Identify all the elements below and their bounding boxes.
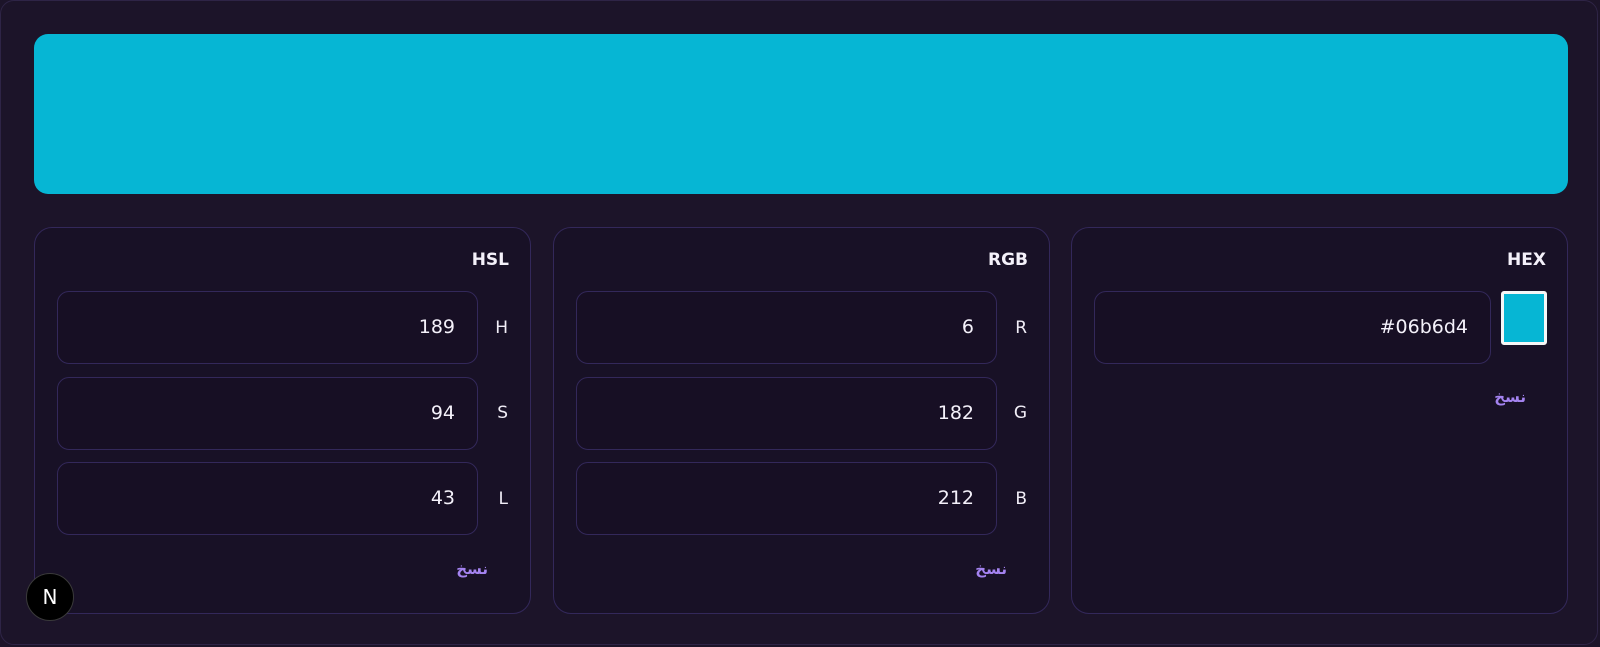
hex-panel: HEX #06b6d4 نسخ xyxy=(1071,227,1568,614)
green-label: G xyxy=(1013,403,1027,423)
red-input[interactable]: 6 xyxy=(576,291,997,364)
hex-input[interactable]: #06b6d4 xyxy=(1094,291,1491,364)
rgb-panel: RGB 6 R 182 G 212 B نسخ xyxy=(553,227,1050,614)
hsl-panel: HSL 189 H 94 S 43 L نسخ xyxy=(34,227,531,614)
lightness-label: L xyxy=(498,489,508,509)
hex-title: HEX xyxy=(1507,250,1546,270)
blue-label: B xyxy=(1015,489,1027,509)
saturation-label: S xyxy=(497,403,508,423)
rgb-title: RGB xyxy=(987,250,1028,270)
app-frame: HSL 189 H 94 S 43 L نسخ RGB 6 R 182 G 21… xyxy=(0,0,1598,645)
hex-copy-button[interactable]: نسخ xyxy=(1494,388,1526,406)
blue-input[interactable]: 212 xyxy=(576,462,997,535)
green-input[interactable]: 182 xyxy=(576,377,997,450)
hsl-copy-button[interactable]: نسخ xyxy=(456,560,488,578)
color-preview xyxy=(34,34,1568,194)
saturation-input[interactable]: 94 xyxy=(57,377,478,450)
rgb-copy-button[interactable]: نسخ xyxy=(975,560,1007,578)
badge-letter: N xyxy=(42,585,58,609)
hsl-title: HSL xyxy=(471,250,509,270)
hue-input[interactable]: 189 xyxy=(57,291,478,364)
next-logo-icon[interactable]: N xyxy=(26,573,74,621)
lightness-input[interactable]: 43 xyxy=(57,462,478,535)
color-swatch-picker[interactable] xyxy=(1501,291,1547,345)
red-label: R xyxy=(1015,318,1027,338)
hue-label: H xyxy=(495,318,508,338)
